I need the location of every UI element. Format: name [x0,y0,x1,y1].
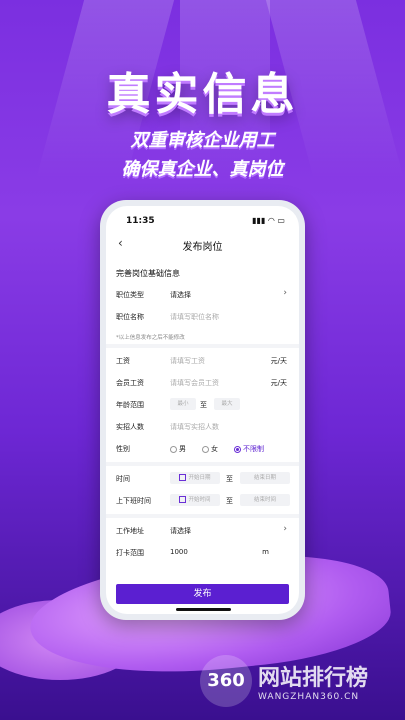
job-name-input[interactable]: 请填写职位名称 [170,312,219,322]
time-label: 时间 [116,475,130,483]
salary-input[interactable]: 请填写工资 [170,356,205,366]
headcount-input[interactable]: 请填写实招人数 [170,422,219,432]
member-salary-unit: 元/天 [270,379,287,387]
work-hours-label: 上下班时间 [116,497,151,505]
clock-range-unit: m [262,548,269,556]
calendar-icon [179,474,187,481]
phone-mockup: 11:35 ▮▮▮ ◠ ▭ ‹ 发布岗位 完善岗位基础信息 职位类型 请选择 ›… [100,200,305,620]
clock-range-input[interactable]: 1000 [170,548,188,556]
gender-label: 性别 [116,445,130,453]
radio-icon [170,445,177,453]
age-label: 年龄范围 [116,401,144,409]
headline: 真实信息 [106,69,299,120]
signal-wifi-battery-icon: ▮▮▮ ◠ ▭ [252,216,285,225]
chevron-right-icon: › [283,288,287,298]
subline-2: 确保真企业、真岗位 [121,159,284,180]
start-date-input[interactable]: 开始日期 [170,472,220,484]
gender-option-any[interactable]: 不限制 [234,444,264,454]
address-label: 工作地址 [116,527,144,535]
age-row: 年龄范围 最小 至 最大 [116,398,289,412]
job-type-value: 请选择 [170,291,191,299]
watermark-url: WANGZHAN360.CN [258,692,360,702]
age-max-input[interactable]: 最大 [214,398,240,410]
salary-row[interactable]: 工资 请填写工资 元/天 [116,354,289,368]
radio-selected-icon [234,445,241,453]
start-time-input[interactable]: 开始时间 [170,494,220,506]
divider [106,514,299,518]
age-to: 至 [200,401,207,409]
hours-to: 至 [226,497,233,505]
section-title: 完善岗位基础信息 [116,269,180,278]
watermark-logo: 360 [200,655,252,707]
job-name-label: 职位名称 [116,313,144,321]
gender-option-female[interactable]: 女 [202,444,218,454]
divider [106,344,299,348]
work-hours-row: 上下班时间 开始时间 至 结束时间 [116,494,290,508]
clock-icon [179,496,187,503]
address-value: 请选择 [170,527,191,535]
radio-icon [202,445,209,453]
subline-1: 双重审核企业用工 [130,130,275,151]
gender-row: 性别 男 女 不限制 [116,442,289,456]
home-indicator [176,608,231,611]
job-type-label: 职位类型 [116,291,144,299]
time-row: 时间 开始日期 至 结束日期 [116,472,290,486]
member-salary-row[interactable]: 会员工资 请填写会员工资 元/天 [116,376,289,390]
headcount-label: 实招人数 [116,423,144,431]
salary-unit: 元/天 [270,357,287,365]
member-salary-label: 会员工资 [116,379,144,387]
divider [106,462,299,466]
clock-range-row[interactable]: 打卡范围 1000 m [116,546,289,560]
job-name-row[interactable]: 职位名称 请填写职位名称 [116,310,289,324]
headcount-row[interactable]: 实招人数 请填写实招人数 [116,420,289,434]
watermark-text: 网站排行榜 [258,666,369,691]
end-time-input[interactable]: 结束时间 [240,494,290,506]
salary-label: 工资 [116,357,130,365]
nav-bar: ‹ 发布岗位 [106,236,299,256]
gender-option-male[interactable]: 男 [170,444,186,454]
end-date-input[interactable]: 结束日期 [240,472,290,484]
publish-button[interactable]: 发布 [116,584,289,604]
chevron-right-icon: › [283,524,287,534]
age-min-input[interactable]: 最小 [170,398,196,410]
job-type-row[interactable]: 职位类型 请选择 › [116,288,289,302]
time-to: 至 [226,475,233,483]
clock-range-label: 打卡范围 [116,549,144,557]
phone-screen: 11:35 ▮▮▮ ◠ ▭ ‹ 发布岗位 完善岗位基础信息 职位类型 请选择 ›… [106,206,299,614]
member-salary-input[interactable]: 请填写会员工资 [170,378,219,388]
page-title: 发布岗位 [182,242,223,253]
hint-text: *以上信息发布之后不能修改 [116,335,185,341]
address-row[interactable]: 工作地址 请选择 › [116,524,289,538]
status-time: 11:35 [126,216,155,226]
